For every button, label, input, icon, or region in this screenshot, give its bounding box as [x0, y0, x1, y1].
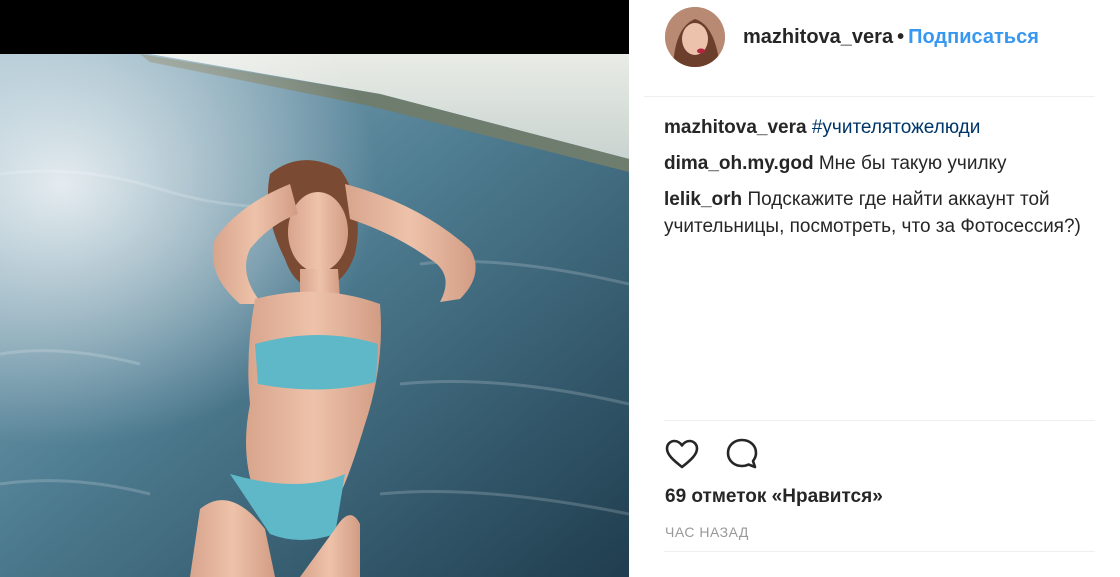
- comment-item: mazhitova_vera #учителятожелюди: [664, 114, 1104, 141]
- comment-item: lelik_orh Подскажите где найти аккаунт т…: [664, 186, 1104, 240]
- divider: [664, 551, 1095, 552]
- hashtag-link[interactable]: #учителятожелюди: [812, 117, 981, 138]
- speech-bubble-icon[interactable]: [724, 436, 760, 472]
- avatar[interactable]: [665, 7, 725, 67]
- avatar-image: [665, 7, 725, 67]
- follow-button[interactable]: Подписаться: [908, 26, 1039, 48]
- comments-list: mazhitova_vera #учителятожелюди dima_oh.…: [664, 114, 1104, 249]
- post-timestamp[interactable]: ЧАС НАЗАД: [665, 524, 749, 540]
- comment-username[interactable]: dima_oh.my.god: [664, 153, 814, 174]
- comment-username[interactable]: mazhitova_vera: [664, 117, 807, 138]
- comment-username[interactable]: lelik_orh: [664, 189, 742, 210]
- comment-text: Мне бы такую училку: [818, 153, 1007, 174]
- post-photo[interactable]: [0, 54, 629, 577]
- post-sidebar: mazhitova_vera • Подписаться mazhitova_ver…: [644, 0, 1120, 577]
- username-link[interactable]: mazhitova_vera: [743, 26, 893, 48]
- post-header: mazhitova_vera • Подписаться: [644, 0, 1095, 97]
- comment-item: dima_oh.my.god Мне бы такую училку: [664, 150, 1104, 177]
- likes-count[interactable]: 69 отметок «Нравится»: [665, 486, 883, 508]
- post-media: [0, 0, 629, 577]
- separator-dot: •: [897, 26, 905, 48]
- header-line: mazhitova_vera • Подписаться: [743, 26, 1039, 49]
- heart-icon[interactable]: [664, 436, 700, 472]
- divider: [664, 420, 1095, 421]
